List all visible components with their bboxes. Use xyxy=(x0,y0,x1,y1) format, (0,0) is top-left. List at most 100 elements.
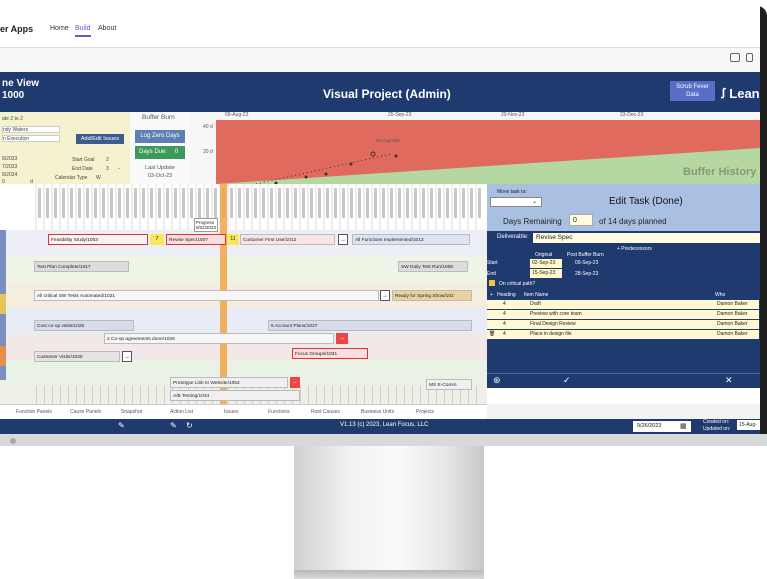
tab-issues[interactable]: Issues xyxy=(224,409,238,415)
end-date-select[interactable]: 3 xyxy=(106,166,109,172)
phase-select[interactable]: n Execution xyxy=(2,135,60,142)
column-date-header xyxy=(54,188,57,218)
checklist-row[interactable]: 🗑 4 Place in design file Damon Baker xyxy=(487,330,759,339)
pin-icon[interactable]: ✎ xyxy=(118,421,125,430)
column-date-header xyxy=(366,188,369,218)
task-bar[interactable]: Ready for Spring Show/102 xyxy=(392,290,472,301)
task-bar[interactable]: A/B Testing/1034 xyxy=(170,390,300,401)
days-remaining-label: Days Remaining xyxy=(503,217,562,226)
end-label: End xyxy=(487,271,496,277)
tab-root-causes[interactable]: Root Causes xyxy=(311,409,340,415)
task-bar[interactable]: Cost co-op visits/1025 xyxy=(34,320,134,331)
navigate-icon[interactable]: ⊛ xyxy=(493,375,501,386)
critical-path-checkbox[interactable] xyxy=(489,280,495,286)
project-controls: ate 2 to 2 ndy Waters n Execution Add/Ed… xyxy=(0,112,130,185)
original-label: Original xyxy=(535,252,553,258)
end-date-value[interactable]: 7/2023 xyxy=(2,164,17,170)
history-y-label-20: 20 d xyxy=(203,149,213,155)
team-select[interactable]: ndy Waters xyxy=(2,126,60,133)
log-zero-days-button[interactable]: Log Zero Days xyxy=(135,130,185,143)
plus-icon[interactable]: + xyxy=(490,292,493,298)
app-canvas-strip xyxy=(0,48,760,72)
tab-function-panels[interactable]: Function Panels xyxy=(16,409,52,415)
task-bar[interactable]: Revise Spec/1007 xyxy=(166,234,226,245)
chevron-down-icon[interactable]: ⌄ xyxy=(117,165,121,171)
edit-task-actions: ⊛ ✓ ✕ xyxy=(487,373,760,388)
start-original-date[interactable]: 02-Sep-23 xyxy=(530,259,562,268)
column-date-header xyxy=(294,188,297,218)
tab-cause-panels[interactable]: Cause Panels xyxy=(70,409,101,415)
end-original-date[interactable]: 15-Sep-23 xyxy=(530,269,562,278)
confirm-check-icon[interactable]: ✓ xyxy=(563,375,571,386)
task-bar[interactable]: All critical SW Tests Automated/1021 xyxy=(34,290,379,301)
start-date-value[interactable]: 9/2023 xyxy=(2,156,17,162)
task-grid: Progress 9/22/2023 Feasibility Study/100… xyxy=(0,184,487,404)
bottom-tabs: Function Panels Cause Panels Snapshot Ac… xyxy=(0,404,487,419)
column-date-header xyxy=(190,188,193,218)
edit-icon[interactable]: ✎ xyxy=(170,421,177,430)
calendar-date-value[interactable]: 9/2024 xyxy=(2,172,17,178)
edit-task-body: + Predecessors Original Post Buffer Burn… xyxy=(487,245,760,373)
column-date-header xyxy=(182,188,185,218)
arrow-right-icon[interactable]: → xyxy=(380,290,390,301)
task-bar[interactable]: MS E-Comm xyxy=(426,379,472,390)
nav-build[interactable]: Build xyxy=(75,25,91,37)
start-post-buffer-date: 09-Sep-23 xyxy=(575,260,599,266)
created-on-input[interactable]: 15-Aug- xyxy=(737,420,760,430)
gate-select[interactable]: ate 2 to 2 xyxy=(2,116,23,122)
task-bar[interactable]: Test Plan Complete/1017 xyxy=(34,261,129,272)
scrub-fever-button[interactable]: Scrub Fever Data xyxy=(670,81,715,101)
move-task-select[interactable]: ⌄ xyxy=(490,197,542,207)
calendar-icon[interactable]: ▦ xyxy=(680,422,687,430)
task-bar[interactable]: 5 Account Plans/1027 xyxy=(268,320,472,331)
refresh-icon[interactable]: ↻ xyxy=(186,421,193,430)
tab-projects[interactable]: Projects xyxy=(416,409,434,415)
task-bar[interactable]: Prototype Link to Website/1053 xyxy=(170,377,288,388)
checklist-row[interactable]: 4 Draft Damon Baker xyxy=(487,300,759,309)
arrow-right-icon[interactable]: → xyxy=(122,351,132,362)
column-date-header xyxy=(342,188,345,218)
last-update: Last Update 03-Oct-23 xyxy=(145,165,175,179)
column-date-header xyxy=(302,188,305,218)
task-bar[interactable]: SW Daily Test Run/1008 xyxy=(398,261,468,272)
add-edit-issues-button[interactable]: Add/Edit Issues xyxy=(76,134,124,144)
task-bar[interactable]: All Functions Implemented/1013 xyxy=(352,234,470,245)
checklist-row[interactable]: 4 Preview with core team Damon Baker xyxy=(487,310,759,319)
history-point xyxy=(349,162,353,166)
column-date-header xyxy=(350,188,353,218)
nav-about[interactable]: About xyxy=(98,25,116,32)
trash-icon[interactable]: 🗑 xyxy=(489,330,495,339)
tab-snapshot[interactable]: Snapshot xyxy=(121,409,142,415)
history-date-1: 09-Aug-23 xyxy=(225,112,249,118)
tab-functions[interactable]: Functions xyxy=(268,409,290,415)
task-bar[interactable]: 2 Co-op agreements done/1026 xyxy=(104,333,334,344)
task-bar[interactable]: Customer First Use/1012 xyxy=(240,234,335,245)
task-bar[interactable]: Focus Groups/1031 xyxy=(292,348,368,359)
checklist-row[interactable]: 4 Final Design Review Damon Baker xyxy=(487,320,759,329)
arrow-right-icon[interactable]: → xyxy=(290,377,300,388)
column-date-header xyxy=(206,188,209,218)
tab-action-list[interactable]: Action List xyxy=(170,409,193,415)
calendar-type-select[interactable]: W xyxy=(96,175,101,181)
monitor-icon[interactable] xyxy=(730,53,740,62)
arrow-right-icon[interactable]: → xyxy=(338,234,348,245)
end-date-label: End Date xyxy=(72,166,93,172)
buffer-history-chart: 09-Aug-23 25-Sep-23 20-Nov-23 23-Dec-23 … xyxy=(190,112,760,184)
column-date-header xyxy=(78,188,81,218)
task-bar[interactable]: Feasibility Study/1003 xyxy=(48,234,148,245)
column-date-header xyxy=(438,188,441,218)
predecessors-toggle[interactable]: + Predecessors xyxy=(617,246,652,252)
arrow-right-icon[interactable]: → xyxy=(336,333,348,344)
task-bar[interactable]: Customer Visits/1030 xyxy=(34,351,120,362)
column-date-header xyxy=(318,188,321,218)
close-icon[interactable]: ✕ xyxy=(725,375,733,386)
column-date-header xyxy=(462,188,465,218)
column-date-header xyxy=(166,188,169,218)
tab-business-units[interactable]: Business Units xyxy=(361,409,394,415)
nav-home[interactable]: Home xyxy=(50,25,69,32)
deliverable-input[interactable]: Revise Spec xyxy=(533,233,760,243)
phone-icon[interactable] xyxy=(746,53,753,62)
days-remaining-input[interactable]: 0 xyxy=(569,214,593,226)
column-date-header xyxy=(62,188,65,218)
start-goal-value[interactable]: 2 xyxy=(106,157,109,163)
